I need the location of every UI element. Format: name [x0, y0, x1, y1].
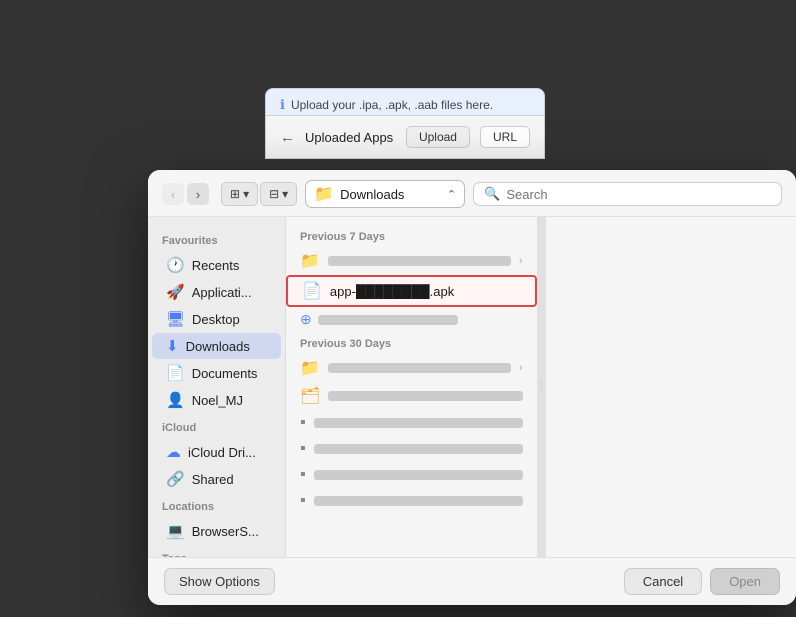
file-name — [328, 363, 511, 373]
sidebar-item-label: Shared — [192, 472, 234, 487]
sidebar-item-desktop[interactable]: 🖥 Desktop — [152, 306, 281, 332]
apk-file-icon: 📄 — [302, 281, 322, 301]
sidebar-item-noel[interactable]: 👤 Noel_MJ — [152, 387, 281, 413]
recents-icon: 🕐 — [166, 256, 185, 274]
sidebar-item-browsers[interactable]: 💻 BrowserS... — [152, 518, 281, 544]
folder-icon: 📁 — [300, 251, 320, 271]
sidebar-item-label: Documents — [192, 366, 258, 381]
file-icon: ▪ — [300, 440, 306, 458]
back-arrow-icon[interactable]: ← — [280, 129, 295, 146]
applications-icon: 🚀 — [166, 283, 185, 301]
folder-icon: 📁 — [314, 184, 334, 204]
sidebar-item-applications[interactable]: 🚀 Applicati... — [152, 279, 281, 305]
file-icon: ▪ — [300, 414, 306, 432]
file-name — [314, 470, 523, 480]
user-icon: 👤 — [166, 391, 185, 409]
sidebar-item-recents[interactable]: 🕐 Recents — [152, 252, 281, 278]
location-chevron-icon: ⌃ — [447, 188, 456, 201]
browser-icon: 💻 — [166, 522, 185, 540]
file-name — [328, 391, 522, 401]
search-input[interactable] — [506, 187, 771, 202]
tags-label: Tags — [148, 545, 285, 557]
downloads-icon: ⬇ — [166, 337, 179, 355]
list-chevron: ▾ — [282, 187, 288, 201]
back-nav-button[interactable]: ‹ — [162, 183, 184, 205]
dialog-actions: Cancel Open — [624, 568, 780, 595]
list-item[interactable]: 📁 › — [286, 354, 537, 382]
list-item[interactable]: ▪ — [286, 488, 537, 514]
uploaded-apps-title: Uploaded Apps — [305, 130, 396, 145]
open-button[interactable]: Open — [710, 568, 780, 595]
file-icon: ▪ — [300, 466, 306, 484]
chevron-right-icon: › — [519, 255, 523, 267]
shared-icon: 🔗 — [166, 470, 185, 488]
desktop-icon: 🖥 — [166, 310, 185, 328]
file-name — [314, 444, 523, 454]
sidebar-item-label: Downloads — [186, 339, 250, 354]
content-area: Favourites 🕐 Recents 🚀 Applicati... 🖥 De… — [148, 217, 796, 557]
nav-buttons: ‹ › — [162, 183, 209, 205]
view-toggle: ⊞ ▾ ⊟ ▾ — [221, 182, 297, 206]
info-icon: ℹ — [280, 97, 285, 113]
sidebar-item-downloads[interactable]: ⬇ Downloads — [152, 333, 281, 359]
list-item[interactable]: 📁 › — [286, 247, 537, 275]
location-selector[interactable]: 📁 Downloads ⌃ — [305, 180, 465, 208]
bottom-bar: Show Options Cancel Open — [148, 557, 796, 605]
icloud-icon: ☁ — [166, 443, 181, 461]
search-box[interactable]: 🔍 — [473, 182, 782, 206]
list-item[interactable]: ▪ — [286, 462, 537, 488]
list-item[interactable]: ▪ — [286, 410, 537, 436]
chevron-right-icon: › — [519, 362, 523, 374]
right-panel-preview — [546, 217, 796, 557]
grid-chevron: ▾ — [243, 187, 249, 201]
file-icon: ⊕ — [300, 311, 312, 328]
list-item[interactable]: ⊕ — [286, 307, 537, 332]
sidebar-item-shared[interactable]: 🔗 Shared — [152, 466, 281, 492]
list-item[interactable]: ▪ — [286, 436, 537, 462]
list-item-apk[interactable]: 📄 app-████████.apk — [286, 275, 537, 307]
sidebar-item-label: Recents — [192, 258, 240, 273]
sidebar-item-label: Desktop — [192, 312, 240, 327]
sidebar-item-label: iCloud Dri... — [188, 445, 256, 460]
upload-button[interactable]: Upload — [406, 126, 470, 148]
file-name — [314, 418, 523, 428]
list-icon: ⊟ — [269, 187, 279, 201]
locations-label: Locations — [148, 493, 285, 517]
file-list: Previous 7 Days 📁 › 📄 app-████████.apk ⊕… — [286, 217, 538, 557]
url-button[interactable]: URL — [480, 126, 530, 148]
file-name — [314, 496, 523, 506]
file-icon: 🗂 — [300, 386, 320, 406]
cancel-button[interactable]: Cancel — [624, 568, 702, 595]
upload-bar-text: Upload your .ipa, .apk, .aab files here. — [291, 98, 493, 112]
section-30days: Previous 30 Days — [286, 332, 537, 354]
sidebar-item-label: BrowserS... — [192, 524, 259, 539]
list-item[interactable]: 🗂 — [286, 382, 537, 410]
toolbar: ‹ › ⊞ ▾ ⊟ ▾ 📁 Downloads ⌃ 🔍 — [148, 170, 796, 217]
sidebar-item-documents[interactable]: 📄 Documents — [152, 360, 281, 386]
show-options-button[interactable]: Show Options — [164, 568, 275, 595]
sidebar-item-label: Noel_MJ — [192, 393, 243, 408]
sidebar-item-icloud-drive[interactable]: ☁ iCloud Dri... — [152, 439, 281, 465]
file-name — [328, 256, 511, 266]
location-name: Downloads — [340, 187, 441, 202]
sidebar-item-label: Applicati... — [192, 285, 252, 300]
file-icon: ▪ — [300, 492, 306, 510]
file-name-blur — [318, 315, 458, 325]
grid-view-button[interactable]: ⊞ ▾ — [221, 182, 258, 206]
list-view-button[interactable]: ⊟ ▾ — [260, 182, 297, 206]
favourites-label: Favourites — [148, 227, 285, 251]
search-icon: 🔍 — [484, 186, 500, 202]
forward-nav-button[interactable]: › — [187, 183, 209, 205]
section-7days: Previous 7 Days — [286, 225, 537, 247]
uploaded-apps-bar: ← Uploaded Apps Upload URL — [265, 115, 545, 159]
icloud-label: iCloud — [148, 414, 285, 438]
documents-icon: 📄 — [166, 364, 185, 382]
sidebar: Favourites 🕐 Recents 🚀 Applicati... 🖥 De… — [148, 217, 286, 557]
file-picker-dialog: ‹ › ⊞ ▾ ⊟ ▾ 📁 Downloads ⌃ 🔍 Favourites — [148, 170, 796, 605]
folder-icon: 📁 — [300, 358, 320, 378]
grid-icon: ⊞ — [230, 187, 240, 201]
file-name: app-████████.apk — [330, 284, 521, 299]
resize-handle[interactable]: ⋮ — [538, 217, 546, 557]
